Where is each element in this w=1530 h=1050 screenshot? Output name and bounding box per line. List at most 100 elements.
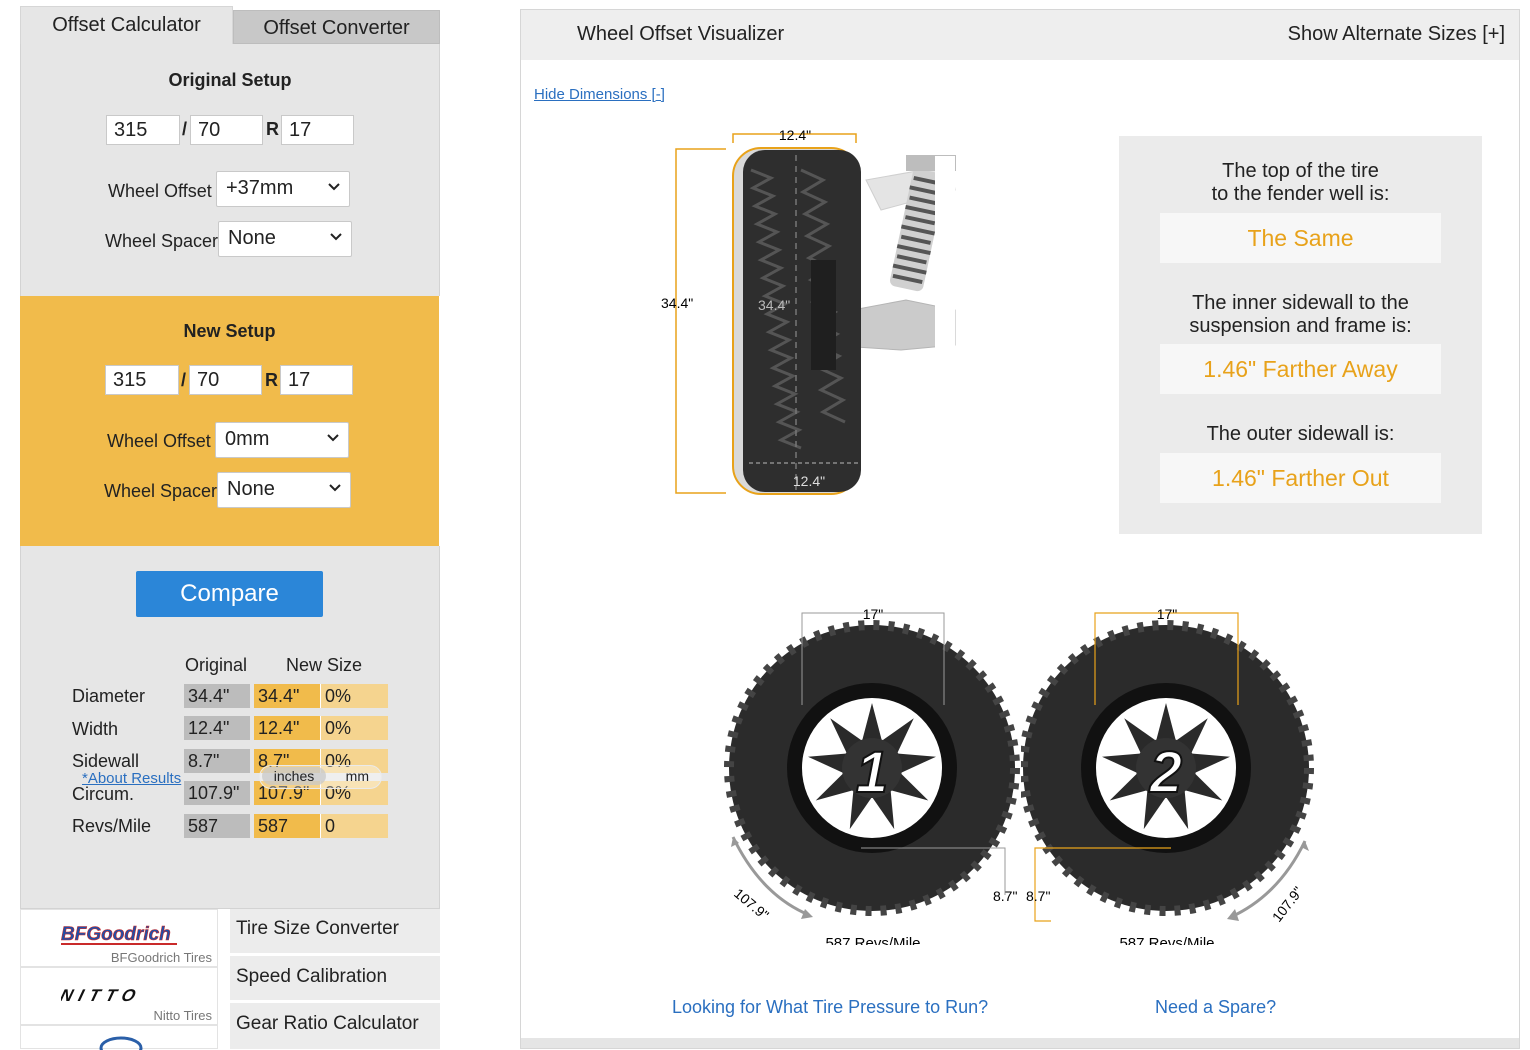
- tab-offset-converter[interactable]: Offset Converter: [233, 10, 440, 44]
- new-setup-panel: New Setup / R Wheel Offset 0mm Wheel Spa…: [20, 296, 439, 546]
- original-setup-panel: Original Setup / R Wheel Offset +37mm Wh…: [20, 44, 440, 296]
- row-label: Revs/Mile: [72, 816, 152, 836]
- wheel-number: 1: [856, 740, 888, 805]
- fender-answer: The Same: [1160, 213, 1441, 263]
- difference-value: 0%: [320, 716, 388, 740]
- chevron-down-icon: [327, 434, 339, 442]
- tab-offset-calculator[interactable]: Offset Calculator: [20, 6, 233, 44]
- new-setup-title: New Setup: [183, 321, 276, 341]
- speed-calibration-link[interactable]: Speed Calibration: [230, 956, 440, 1003]
- need-a-spare-link[interactable]: Need a Spare?: [1155, 997, 1276, 1018]
- unit-mm-option[interactable]: mm: [346, 767, 369, 785]
- row-label: Width: [72, 719, 119, 739]
- dim-width-inner: 12.4": [793, 473, 825, 489]
- show-alternate-sizes-link[interactable]: Show Alternate Sizes [+]: [1288, 23, 1505, 46]
- original-offset-select[interactable]: +37mm: [216, 171, 350, 207]
- original-value: 107.9": [184, 781, 250, 805]
- new-value: 34.4": [254, 684, 320, 708]
- visualizer-title: Wheel Offset Visualizer: [577, 23, 785, 45]
- row-label: Diameter: [72, 686, 146, 706]
- new-value: 12.4": [254, 716, 320, 740]
- wheel-1-diagram: 1 17" 8.7" 107.9" 587 Revs/Mile: [724, 606, 1020, 945]
- circumference-label: 107.9": [1269, 883, 1306, 924]
- difference-value: 0: [320, 814, 388, 838]
- info-question-line: The inner sidewall to the: [1192, 292, 1409, 314]
- original-column-header: Original: [185, 655, 248, 675]
- selected-value: None: [227, 478, 275, 500]
- unit-toggle[interactable]: inches mm: [259, 765, 382, 789]
- tire-pressure-link[interactable]: Looking for What Tire Pressure to Run?: [672, 997, 988, 1018]
- brand-logo-icon: [99, 1036, 143, 1050]
- brand-partial[interactable]: [20, 1025, 218, 1050]
- original-width-input[interactable]: [106, 115, 180, 145]
- rim-separator: R: [265, 370, 278, 390]
- original-setup-title: Original Setup: [168, 70, 292, 90]
- selected-value: None: [228, 227, 276, 249]
- wheel-offset-label: Wheel Offset: [108, 181, 212, 201]
- info-question: The outer sidewall is:: [1119, 423, 1482, 446]
- wheel-number: 2: [1149, 740, 1182, 805]
- brand-caption: Nitto Tires: [153, 1008, 212, 1023]
- bfgoodrich-logo: BFGoodrich: [61, 924, 177, 945]
- rim-size-label: 17": [1157, 606, 1178, 622]
- new-rim-input[interactable]: [280, 365, 353, 395]
- inner-sidewall-answer: 1.46" Farther Away: [1160, 344, 1441, 394]
- original-aspect-input[interactable]: [190, 115, 263, 145]
- chevron-down-icon: [329, 484, 341, 492]
- slash-separator: /: [182, 119, 188, 139]
- original-spacer-select[interactable]: None: [218, 221, 352, 257]
- chevron-down-icon: [328, 183, 340, 191]
- new-aspect-input[interactable]: [189, 365, 262, 395]
- rim-size-label: 17": [863, 606, 884, 622]
- dim-height-left: 34.4": [661, 295, 693, 311]
- sidewall-label: 8.7": [993, 888, 1017, 904]
- visualizer-footer-bar: [521, 1038, 1519, 1048]
- new-value: 587: [254, 814, 320, 838]
- tire-size-converter-link[interactable]: Tire Size Converter: [230, 909, 440, 956]
- new-offset-select[interactable]: 0mm: [215, 422, 349, 458]
- wheel-spacer-label: Wheel Spacer: [105, 231, 219, 251]
- sidewall-label: 8.7": [1026, 888, 1050, 904]
- tab-label: Offset Calculator: [52, 14, 201, 36]
- info-question: The inner sidewall to the suspension and…: [1119, 292, 1482, 338]
- offset-info-box: The top of the tire to the fender well i…: [1119, 136, 1482, 534]
- info-question-line: to the fender well is:: [1211, 183, 1390, 205]
- nitto-logo: NITTO: [61, 986, 144, 1005]
- info-question-line: The outer sidewall is:: [1206, 423, 1395, 445]
- selected-value: 0mm: [225, 428, 270, 450]
- outer-sidewall-answer: 1.46" Farther Out: [1160, 453, 1441, 503]
- difference-value: 0%: [320, 684, 388, 708]
- brand-nitto[interactable]: NITTO Nitto Tires: [20, 967, 218, 1025]
- about-results-link[interactable]: *About Results: [82, 770, 181, 787]
- tire-icon: [732, 147, 861, 495]
- original-value: 8.7": [184, 749, 250, 773]
- revs-per-mile-label: 587 Revs/Mile: [825, 935, 920, 945]
- unit-inches-option[interactable]: inches: [262, 767, 326, 785]
- original-rim-input[interactable]: [281, 115, 354, 145]
- slash-separator: /: [181, 370, 187, 390]
- info-question-line: suspension and frame is:: [1189, 315, 1412, 337]
- row-label: Sidewall: [72, 751, 140, 771]
- hide-dimensions-link[interactable]: Hide Dimensions [-]: [534, 86, 665, 103]
- brand-caption: BFGoodrich Tires: [110, 950, 212, 965]
- chevron-down-icon: [330, 233, 342, 241]
- tire-side-view: 12.4" 34.4" 34.4" 12.4": [661, 127, 956, 495]
- info-question-line: The top of the tire: [1222, 160, 1379, 182]
- row-label: Circum.: [72, 784, 134, 804]
- tab-label: Offset Converter: [263, 17, 410, 39]
- compare-button[interactable]: Compare: [136, 571, 323, 617]
- wheel-2-diagram: 2 17" 8.7" 107.9" 587 Revs/Mile: [1021, 606, 1314, 945]
- dim-height-inner: 34.4": [758, 297, 790, 313]
- logo-text: BFGoodrich: [61, 924, 171, 945]
- dim-width-top: 12.4": [779, 127, 811, 143]
- new-width-input[interactable]: [105, 365, 179, 395]
- wheel-offset-visualizer: Wheel Offset Visualizer Show Alternate S…: [520, 9, 1520, 1049]
- gear-ratio-calculator-link[interactable]: Gear Ratio Calculator: [230, 1003, 440, 1049]
- original-value: 587: [184, 814, 250, 838]
- new-size-column-header: New Size: [286, 655, 363, 675]
- info-question: The top of the tire to the fender well i…: [1119, 160, 1482, 206]
- circumference-label: 107.9": [731, 885, 772, 923]
- visualizer-header: Wheel Offset Visualizer Show Alternate S…: [521, 10, 1519, 60]
- new-spacer-select[interactable]: None: [217, 472, 351, 508]
- brand-bfgoodrich[interactable]: BFGoodrich BFGoodrich Tires: [20, 909, 218, 967]
